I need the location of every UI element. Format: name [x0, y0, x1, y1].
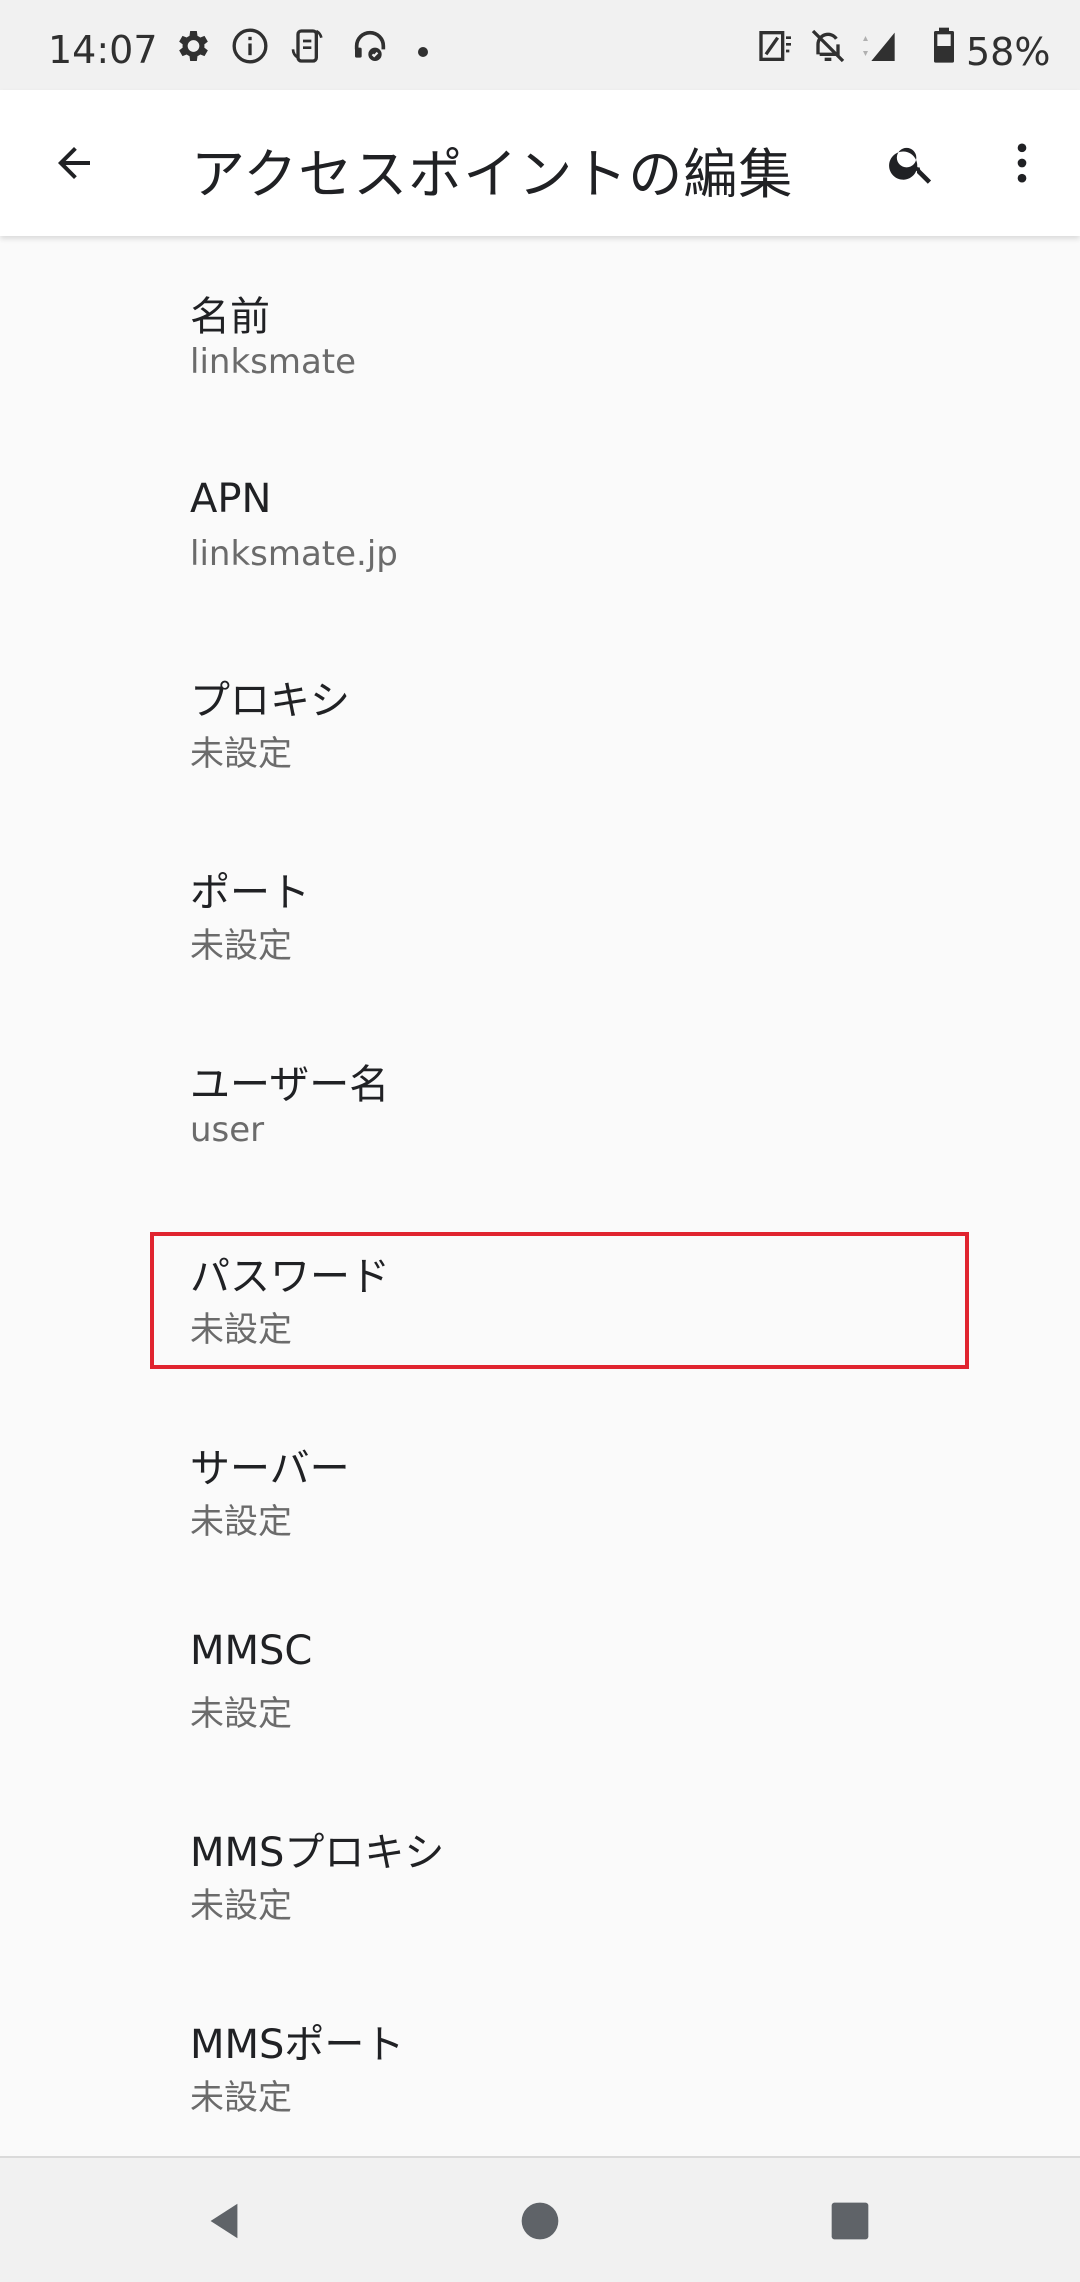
setting-title: サーバー	[190, 1446, 350, 1492]
setting-summary: linksmate	[190, 342, 357, 382]
setting-summary: 未設定	[190, 734, 292, 774]
setting-mms-port[interactable]: MMSポート 未設定	[0, 1964, 1080, 2156]
setting-password[interactable]: パスワード 未設定	[0, 1196, 1080, 1388]
signal-icon	[858, 26, 895, 66]
setting-summary: 未設定	[190, 1310, 292, 1350]
setting-title: MMSC	[190, 1628, 313, 1674]
phone-sync-icon	[288, 26, 328, 66]
back-arrow-icon	[58, 147, 90, 179]
nav-back-icon	[210, 2203, 238, 2239]
setting-title: ユーザー名	[190, 1062, 390, 1108]
setting-mmsc[interactable]: MMSC 未設定	[0, 1580, 1080, 1772]
setting-title: MMSポート	[190, 2022, 405, 2068]
search-button[interactable]	[874, 125, 950, 201]
navigation-bar	[0, 2156, 1080, 2282]
nav-recents-button[interactable]	[810, 2186, 890, 2256]
page-title: アクセスポイントの編集	[191, 143, 794, 206]
app-bar: アクセスポイントの編集	[0, 90, 1080, 236]
setting-title: パスワード	[190, 1254, 390, 1300]
setting-title: プロキシ	[190, 678, 350, 724]
search-icon	[889, 147, 932, 184]
setting-name[interactable]: 名前 linksmate	[0, 236, 1080, 428]
setting-proxy[interactable]: プロキシ 未設定	[0, 620, 1080, 812]
setting-summary: 未設定	[190, 1694, 292, 1734]
battery-icon	[924, 26, 958, 66]
notifications-off-icon	[808, 26, 848, 66]
info-icon	[230, 26, 270, 66]
nav-recents-icon	[831, 2202, 869, 2240]
setting-title: APN	[190, 476, 272, 522]
setting-title: ポート	[190, 870, 310, 916]
setting-summary: 未設定	[190, 1886, 292, 1926]
setting-mms-proxy[interactable]: MMSプロキシ 未設定	[0, 1772, 1080, 1964]
setting-port[interactable]: ポート 未設定	[0, 812, 1080, 1004]
nav-home-icon	[521, 2202, 559, 2240]
setting-server[interactable]: サーバー 未設定	[0, 1388, 1080, 1580]
setting-title: 名前	[190, 294, 270, 340]
headset-icon	[350, 26, 390, 66]
battery-percent: 58%	[966, 30, 1051, 74]
setting-summary: 未設定	[190, 1502, 292, 1542]
setting-title: MMSプロキシ	[190, 1830, 445, 1876]
back-button[interactable]	[36, 125, 112, 201]
nav-back-button[interactable]	[184, 2186, 264, 2256]
setting-apn[interactable]: APN linksmate.jp	[0, 428, 1080, 620]
setting-summary: linksmate.jp	[190, 534, 398, 574]
setting-summary: 未設定	[190, 926, 292, 966]
status-bar: 14:07 58%	[0, 0, 1080, 90]
nav-home-button[interactable]	[500, 2186, 580, 2256]
nfc-icon	[756, 26, 796, 66]
setting-summary: user	[190, 1110, 265, 1150]
setting-username[interactable]: ユーザー名 user	[0, 1004, 1080, 1196]
setting-summary: 未設定	[190, 2078, 292, 2118]
more-vert-icon	[1017, 143, 1027, 183]
notification-dot	[418, 47, 428, 57]
status-time: 14:07	[48, 28, 158, 72]
gear-icon	[172, 26, 212, 66]
more-options-button[interactable]	[984, 125, 1060, 201]
